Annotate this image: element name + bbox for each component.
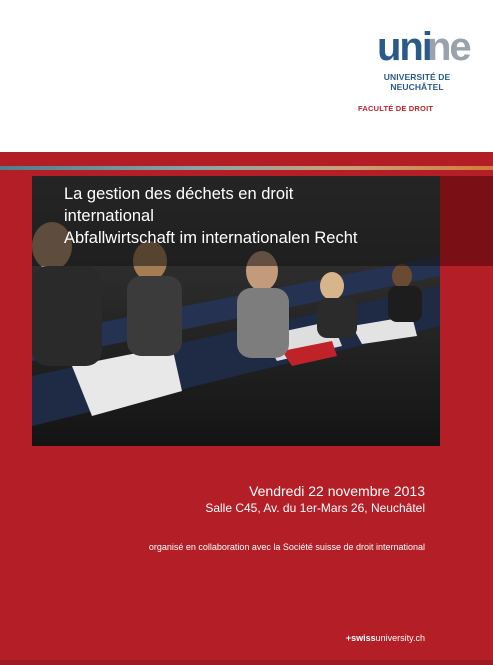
unine-logo-icon: uni ne: [377, 25, 472, 68]
university-line-2: NEUCHÂTEL: [390, 82, 444, 92]
swissuni-suffix: university.ch: [375, 633, 425, 643]
svg-text:uni: uni: [377, 25, 431, 68]
collaboration-note: organisé en collaboration avec la Sociét…: [148, 542, 425, 552]
title-line-2: international: [64, 207, 154, 225]
event-title: La gestion des déchets en droit internat…: [64, 183, 444, 249]
university-name: UNIVERSITÉ DE NEUCHÂTEL: [372, 72, 462, 92]
logo-ne-part: ne: [427, 25, 470, 68]
header: uni ne UNIVERSITÉ DE NEUCHÂTEL FACULTÉ D…: [0, 0, 493, 152]
swissuniversity-link[interactable]: +swissuniversity.ch: [346, 633, 425, 643]
bottom-bar: [0, 660, 493, 665]
faculty-name: FACULTÉ DE DROIT: [358, 104, 434, 113]
title-line-1: La gestion des déchets en droit: [64, 185, 294, 203]
top-red-stripe: [0, 152, 493, 166]
university-line-1: UNIVERSITÉ DE: [383, 72, 451, 82]
event-venue: Salle C45, Av. du 1er-Mars 26, Neuchâtel: [205, 501, 425, 515]
title-line-3: Abfallwirtschaft im internationalen Rech…: [64, 229, 358, 247]
swissuni-prefix: +swiss: [345, 633, 376, 643]
event-date: Vendredi 22 novembre 2013: [249, 483, 425, 499]
dark-accent-band: [440, 176, 493, 266]
